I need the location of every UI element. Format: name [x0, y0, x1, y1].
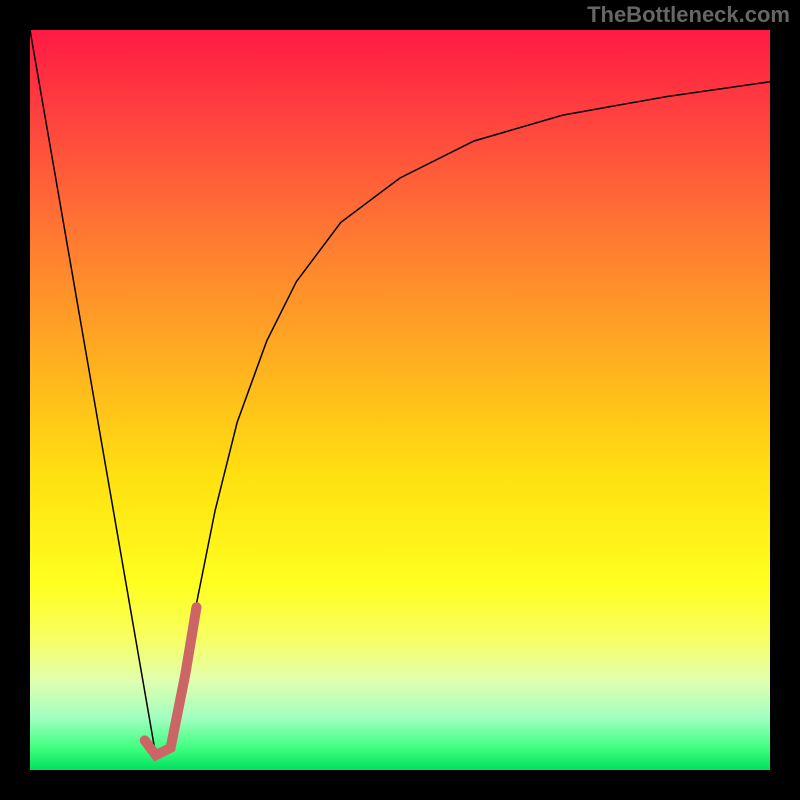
chart-plot-area [30, 30, 770, 770]
left-descent-line [30, 30, 156, 755]
watermark-text: TheBottleneck.com [587, 2, 790, 28]
right-ascent-curve [171, 82, 770, 748]
chart-curves [30, 30, 770, 770]
